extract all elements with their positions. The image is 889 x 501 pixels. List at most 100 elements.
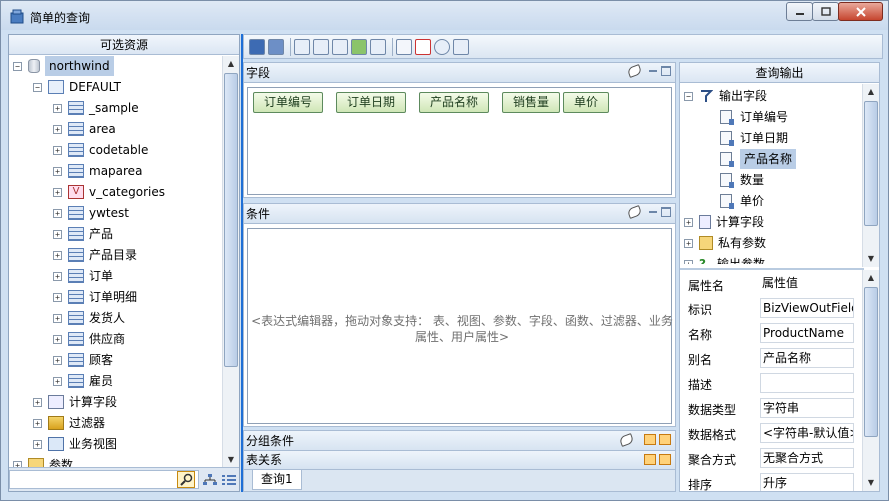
scroll-thumb[interactable] bbox=[224, 73, 238, 367]
maximize-icon[interactable] bbox=[659, 434, 671, 445]
output-field-item[interactable]: 订单日期 bbox=[720, 128, 788, 148]
minimize-button[interactable] bbox=[786, 2, 813, 21]
field-chip[interactable]: 单价 bbox=[563, 92, 610, 113]
restore-icon[interactable] bbox=[644, 434, 656, 445]
scroll-down-icon[interactable]: ▼ bbox=[863, 251, 879, 267]
expand-icon[interactable]: + bbox=[53, 208, 62, 218]
expand-icon[interactable]: + bbox=[53, 376, 62, 386]
property-grid-scrollbar[interactable]: ▲ ▼ bbox=[862, 270, 879, 491]
tree-node-table[interactable]: + 产品 bbox=[53, 224, 113, 244]
scroll-up-icon[interactable]: ▲ bbox=[863, 84, 879, 100]
list-view-button[interactable] bbox=[220, 471, 238, 488]
expand-icon[interactable]: + bbox=[684, 217, 693, 227]
tree-node-output-params[interactable]: +? 输出参数 bbox=[684, 254, 765, 264]
tree-node-output-fields[interactable]: − 输出字段 bbox=[684, 86, 767, 106]
scroll-up-icon[interactable]: ▲ bbox=[223, 56, 239, 72]
copy-icon[interactable] bbox=[294, 38, 310, 55]
clock-icon[interactable] bbox=[434, 38, 450, 55]
field-chip[interactable]: 产品名称 bbox=[419, 92, 490, 113]
property-value[interactable]: 无聚合方式 bbox=[760, 448, 854, 468]
tree-node-filters[interactable]: + 过滤器 bbox=[33, 413, 105, 433]
search-button[interactable] bbox=[177, 471, 195, 488]
scroll-down-icon[interactable]: ▼ bbox=[863, 475, 879, 491]
expand-icon[interactable]: + bbox=[53, 313, 62, 323]
settings-icon[interactable] bbox=[370, 38, 386, 55]
collapse-icon[interactable]: − bbox=[33, 82, 42, 92]
tree-node-table[interactable]: + _sample bbox=[53, 98, 139, 118]
close-button[interactable] bbox=[838, 2, 883, 21]
tree-node-table[interactable]: + maparea bbox=[53, 161, 142, 181]
tree-node-table[interactable]: + ywtest bbox=[53, 203, 129, 223]
resource-search-input[interactable] bbox=[9, 470, 199, 489]
fields-drop-area[interactable]: 订单编号 订单日期 产品名称 销售量 单价 bbox=[247, 87, 672, 195]
clear-icon[interactable] bbox=[626, 205, 643, 219]
tree-node-calc-fields[interactable]: + 计算字段 bbox=[33, 392, 117, 412]
expand-icon[interactable]: + bbox=[53, 334, 62, 344]
output-field-item[interactable]: 数量 bbox=[720, 170, 764, 190]
scroll-up-icon[interactable]: ▲ bbox=[863, 270, 879, 286]
expand-icon[interactable]: + bbox=[53, 250, 62, 260]
expand-icon[interactable]: + bbox=[33, 439, 42, 449]
table-relations-header[interactable]: 表关系 bbox=[244, 451, 675, 469]
output-field-item[interactable]: 订单编号 bbox=[720, 107, 788, 127]
help-icon[interactable] bbox=[332, 38, 348, 55]
tree-view-button[interactable] bbox=[201, 471, 219, 488]
scroll-thumb[interactable] bbox=[864, 287, 878, 437]
property-value[interactable]: ProductName bbox=[760, 323, 854, 343]
maximize-button[interactable] bbox=[812, 2, 839, 21]
maximize-icon[interactable] bbox=[661, 66, 671, 76]
group-conditions-header[interactable]: 分组条件 bbox=[244, 431, 675, 451]
output-field-item[interactable]: 单价 bbox=[720, 191, 764, 211]
scroll-down-icon[interactable]: ▼ bbox=[223, 452, 239, 468]
tree-node-bizview[interactable]: + 业务视图 bbox=[33, 434, 117, 454]
property-value[interactable]: BizViewOutField bbox=[760, 298, 854, 318]
property-value[interactable] bbox=[760, 373, 854, 393]
resource-tree-scrollbar[interactable]: ▲ ▼ bbox=[222, 56, 239, 468]
minimize-icon[interactable] bbox=[649, 70, 657, 72]
output-tree-scrollbar[interactable]: ▲ ▼ bbox=[862, 84, 879, 267]
tree-node-table[interactable]: + area bbox=[53, 119, 116, 139]
tree-node-table[interactable]: + 发货人 bbox=[53, 308, 125, 328]
expand-icon[interactable]: + bbox=[53, 145, 62, 155]
output-field-item[interactable]: 产品名称 bbox=[720, 149, 797, 169]
tree-node-view[interactable]: + Vv_categories bbox=[53, 182, 165, 202]
tree-node-table[interactable]: + 订单明细 bbox=[53, 287, 137, 307]
expand-icon[interactable]: + bbox=[53, 166, 62, 176]
expand-icon[interactable]: + bbox=[33, 397, 42, 407]
expand-icon[interactable]: + bbox=[684, 238, 693, 248]
tree-node-table[interactable]: + 产品目录 bbox=[53, 245, 137, 265]
preview-icon[interactable] bbox=[396, 38, 412, 55]
tree-node-default[interactable]: − DEFAULT bbox=[33, 77, 121, 97]
field-chip[interactable]: 销售量 bbox=[502, 92, 561, 113]
maximize-icon[interactable] bbox=[659, 454, 671, 465]
field-chip[interactable]: 订单日期 bbox=[336, 92, 407, 113]
tab-query1[interactable]: 查询1 bbox=[252, 470, 302, 490]
refresh-icon[interactable] bbox=[351, 38, 367, 55]
expand-icon[interactable]: + bbox=[33, 418, 42, 428]
save-icon[interactable] bbox=[249, 38, 265, 55]
expand-icon[interactable]: + bbox=[684, 259, 693, 264]
expand-icon[interactable]: + bbox=[53, 124, 62, 134]
clear-icon[interactable] bbox=[626, 64, 643, 78]
properties-icon[interactable] bbox=[313, 38, 329, 55]
minimize-icon[interactable] bbox=[649, 211, 657, 213]
clear-icon[interactable] bbox=[618, 432, 635, 447]
expand-icon[interactable]: + bbox=[53, 103, 62, 113]
field-chip[interactable]: 订单编号 bbox=[253, 92, 324, 113]
tree-node-table[interactable]: + 顾客 bbox=[53, 350, 113, 370]
tree-node-calc-fields[interactable]: + 计算字段 bbox=[684, 212, 764, 232]
maximize-icon[interactable] bbox=[661, 207, 671, 217]
tree-node-table[interactable]: + 供应商 bbox=[53, 329, 125, 349]
tree-node-private-params[interactable]: + 私有参数 bbox=[684, 233, 766, 253]
expand-icon[interactable]: + bbox=[53, 271, 62, 281]
tree-node-table[interactable]: + codetable bbox=[53, 140, 148, 160]
expression-editor[interactable]: <表达式编辑器，拖动对象支持： 表、视图、参数、字段、函数、过滤器、业务 属性、… bbox=[247, 228, 673, 424]
collapse-icon[interactable]: − bbox=[13, 61, 22, 71]
scroll-thumb[interactable] bbox=[864, 101, 878, 226]
expand-icon[interactable]: + bbox=[53, 292, 62, 302]
tree-node-table[interactable]: + 订单 bbox=[53, 266, 113, 286]
property-value[interactable]: <字符串-默认值> bbox=[760, 423, 854, 443]
sql-icon[interactable] bbox=[415, 38, 431, 55]
expand-icon[interactable]: + bbox=[53, 229, 62, 239]
save-as-icon[interactable] bbox=[268, 38, 284, 55]
